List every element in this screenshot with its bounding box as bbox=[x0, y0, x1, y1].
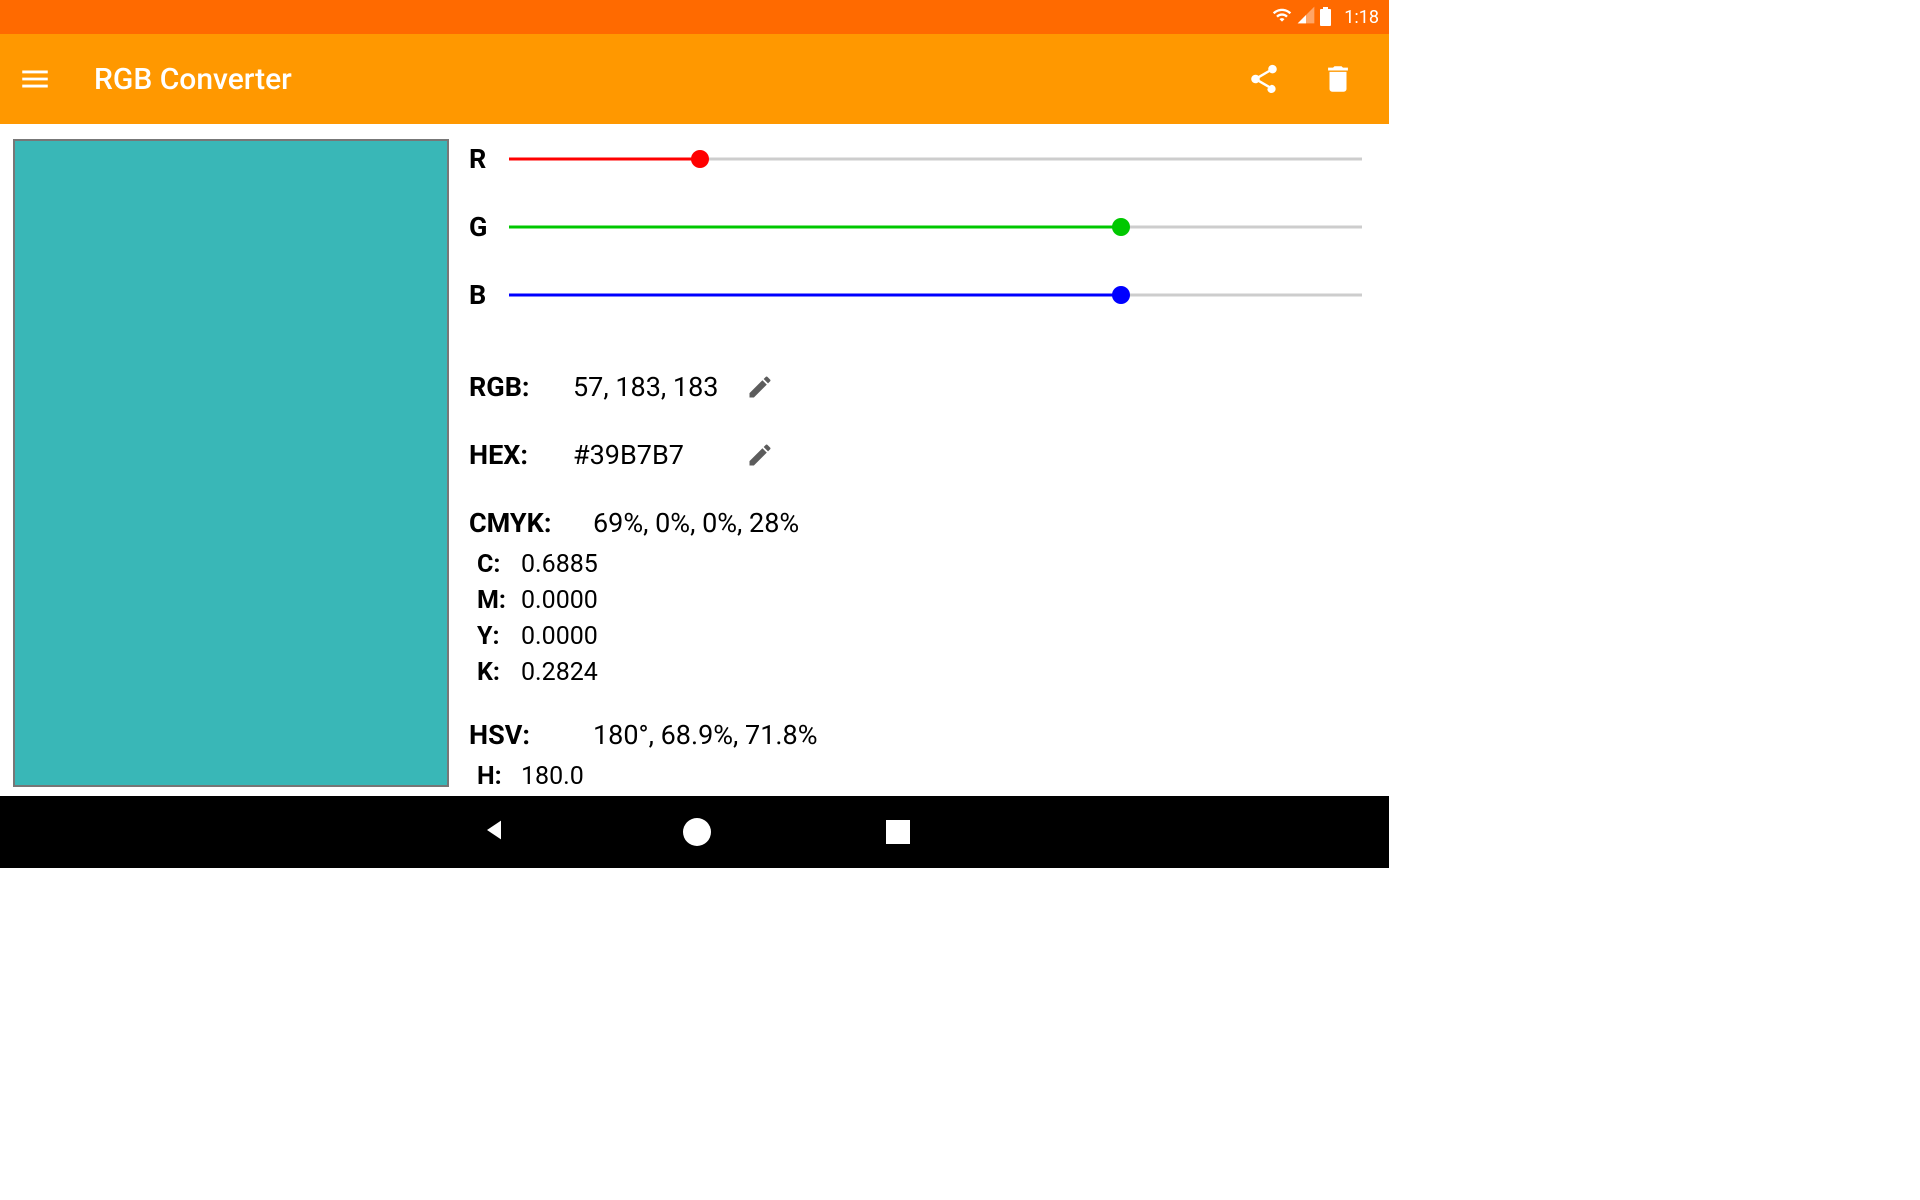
slider-thumb[interactable] bbox=[691, 150, 709, 168]
slider-g[interactable] bbox=[509, 218, 1362, 236]
cmyk-value: 69%, 0%, 0%, 28% bbox=[593, 507, 799, 539]
hex-label: HEX: bbox=[469, 439, 573, 471]
y-value: 0.0000 bbox=[521, 619, 598, 655]
pencil-icon[interactable] bbox=[746, 441, 774, 469]
share-icon[interactable] bbox=[1247, 62, 1281, 96]
delete-icon[interactable] bbox=[1321, 62, 1355, 96]
nav-bar bbox=[0, 796, 1389, 868]
app-bar: RGB Converter bbox=[0, 34, 1389, 124]
cmyk-breakdown: C:0.6885 M:0.0000 Y:0.0000 K:0.2824 bbox=[477, 547, 1376, 691]
k-value: 0.2824 bbox=[521, 655, 598, 691]
app-title: RGB Converter bbox=[94, 62, 1247, 97]
h-value: 180.0 bbox=[521, 759, 584, 795]
back-icon[interactable] bbox=[480, 816, 508, 848]
m-value: 0.0000 bbox=[521, 583, 598, 619]
hex-row: HEX: #39B7B7 bbox=[469, 439, 1376, 471]
slider-thumb[interactable] bbox=[1112, 218, 1130, 236]
wifi-icon bbox=[1272, 5, 1292, 30]
slider-b-label: B bbox=[469, 279, 509, 311]
status-clock: 1:18 bbox=[1344, 7, 1379, 28]
slider-g-row: G bbox=[469, 211, 1376, 243]
home-icon[interactable] bbox=[683, 818, 711, 846]
y-label: Y: bbox=[477, 619, 517, 655]
slider-thumb[interactable] bbox=[1112, 286, 1130, 304]
slider-r[interactable] bbox=[509, 150, 1362, 168]
h-label: H: bbox=[477, 759, 517, 795]
cmyk-row: CMYK: 69%, 0%, 0%, 28% bbox=[469, 507, 1376, 539]
hsv-value: 180°, 68.9%, 71.8% bbox=[593, 719, 817, 751]
signal-icon bbox=[1296, 5, 1316, 30]
slider-r-label: R bbox=[469, 143, 509, 175]
slider-fill bbox=[509, 158, 700, 161]
color-swatch bbox=[13, 139, 449, 787]
rgb-value: 57, 183, 183 bbox=[573, 371, 718, 403]
status-bar: 1:18 bbox=[0, 0, 1389, 34]
hex-value: #39B7B7 bbox=[573, 439, 684, 471]
cmyk-label: CMYK: bbox=[469, 507, 593, 539]
content: R G B RGB: bbox=[0, 124, 1389, 796]
c-value: 0.6885 bbox=[521, 547, 598, 583]
c-label: C: bbox=[477, 547, 517, 583]
slider-r-row: R bbox=[469, 143, 1376, 175]
rgb-label: RGB: bbox=[469, 371, 573, 403]
pencil-icon[interactable] bbox=[746, 373, 774, 401]
slider-fill bbox=[509, 226, 1121, 229]
m-label: M: bbox=[477, 583, 517, 619]
hsv-row: HSV: 180°, 68.9%, 71.8% bbox=[469, 719, 1376, 751]
rgb-row: RGB: 57, 183, 183 bbox=[469, 371, 1376, 403]
recents-icon[interactable] bbox=[886, 820, 910, 844]
hsv-breakdown: H:180.0 S:0.6885 V:0.7176 bbox=[477, 759, 1376, 796]
battery-icon bbox=[1320, 9, 1331, 26]
k-label: K: bbox=[477, 655, 517, 691]
hsv-label: HSV: bbox=[469, 719, 593, 751]
slider-g-label: G bbox=[469, 211, 509, 243]
slider-b[interactable] bbox=[509, 286, 1362, 304]
slider-fill bbox=[509, 294, 1121, 297]
menu-icon[interactable] bbox=[18, 62, 52, 96]
slider-b-row: B bbox=[469, 279, 1376, 311]
